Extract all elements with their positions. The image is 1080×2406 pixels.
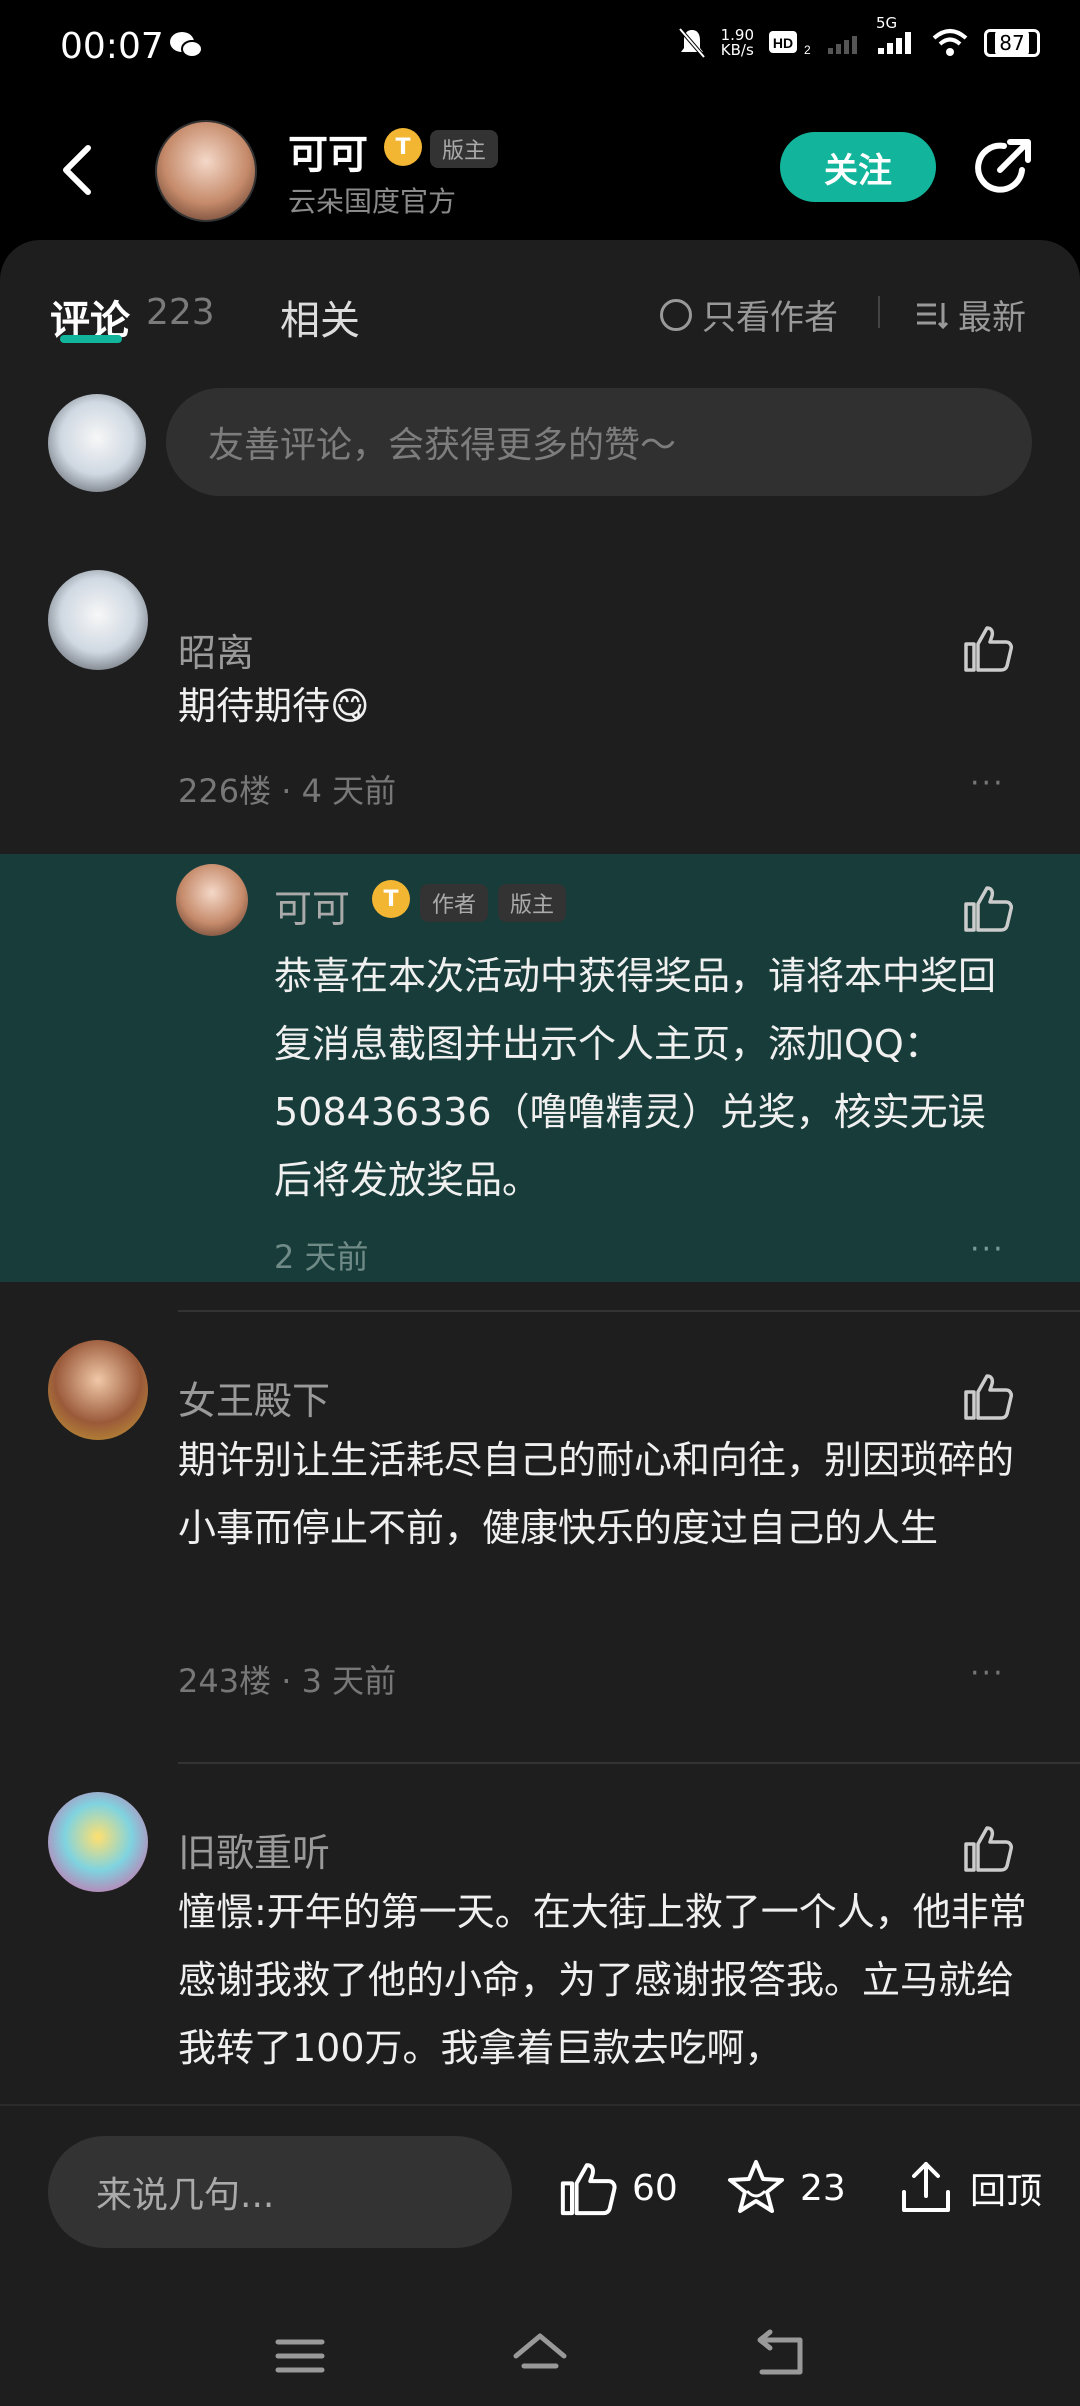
thumbs-up-icon — [560, 2163, 617, 2216]
commenter-avatar[interactable] — [48, 1792, 148, 1892]
back-arrow-icon[interactable] — [50, 140, 110, 200]
back-icon[interactable] — [750, 2326, 810, 2386]
author-avatar[interactable] — [155, 120, 257, 222]
reply-author-name[interactable]: 可可 — [274, 878, 350, 933]
divider — [878, 296, 880, 328]
commenter-name[interactable]: 女王殿下 — [178, 1370, 330, 1425]
favorite-button[interactable]: 23 — [724, 2156, 846, 2220]
author-only-toggle[interactable]: 只看作者 — [660, 290, 838, 339]
back-to-top-button[interactable]: 回顶 — [894, 2156, 1042, 2220]
reply-text: 恭喜在本次活动中获得奖品，请将本中奖回复消息截图并出示个人主页，添加QQ：508… — [274, 954, 997, 1202]
hd-icon: HD 2 — [769, 31, 811, 57]
comment-compose-row: 友善评论，会获得更多的赞～ — [0, 388, 1080, 498]
net-speed: 1.90 KB/s — [720, 26, 754, 59]
status-time: 00:07 — [60, 26, 164, 67]
author-only-label: 只看作者 — [702, 298, 838, 338]
signal-5g: 5G — [876, 16, 916, 60]
more-options-icon[interactable]: ··· — [970, 1656, 1005, 1691]
svg-text:2: 2 — [804, 43, 811, 57]
post-header: 可可 T 版主 云朵国度官方 关注 — [0, 100, 1080, 240]
comment-text: 憧憬:开年的第一天。在大街上救了一个人，他非常感谢我救了他的小命，为了感谢报答我… — [178, 1890, 1027, 2070]
comment-item: 昭离 期待期待😋 226楼 · 4 天前 ··· — [0, 570, 1080, 850]
home-icon[interactable] — [510, 2326, 570, 2386]
like-button[interactable]: 60 — [556, 2156, 678, 2220]
active-tab-indicator — [60, 335, 122, 343]
sort-icon — [917, 302, 949, 329]
comment-tabs: 评论 223 相关 只看作者 最新 — [0, 240, 1080, 370]
comment-item: 旧歌重听 憧憬:开年的第一天。在大街上救了一个人，他非常感谢我救了他的小命，为了… — [0, 1782, 1080, 2104]
like-count: 60 — [632, 2167, 678, 2209]
wifi-icon — [932, 29, 968, 56]
svg-text:HD: HD — [773, 35, 793, 51]
comment-meta: 243楼 · 3 天前 — [178, 1662, 397, 1700]
share-icon[interactable] — [970, 136, 1034, 200]
system-nav-bar — [0, 2316, 1080, 2406]
reply-input[interactable]: 来说几句... — [48, 2136, 512, 2248]
divider — [178, 1762, 1080, 1764]
status-bar: 00:07 1.90 KB/s HD 2 5G 87 — [0, 0, 1080, 100]
author-subtitle: 云朵国度官方 — [288, 185, 457, 218]
divider — [178, 1310, 1080, 1312]
comments-panel: 评论 223 相关 只看作者 最新 友善评论，会获得更多的赞～ 昭离 期待期待😋… — [0, 240, 1080, 2104]
comment-text: 期许别让生活耗尽自己的耐心和向往，别因琐碎的小事而停止不前，健康快乐的度过自己的… — [178, 1438, 1015, 1550]
author-reply: 可可 T 作者 版主 恭喜在本次活动中获得奖品，请将本中奖回复消息截图并出示个人… — [0, 854, 1080, 1282]
comment-text: 期待期待😋 — [178, 684, 370, 728]
moderator-badge: 版主 — [430, 130, 499, 168]
favorite-count: 23 — [800, 2167, 846, 2209]
level-badge-icon: T — [372, 880, 410, 918]
commenter-avatar[interactable] — [48, 1340, 148, 1440]
thumbs-up-icon[interactable] — [960, 1368, 1016, 1424]
comment-input[interactable]: 友善评论，会获得更多的赞～ — [166, 388, 1032, 496]
sort-toggle[interactable]: 最新 — [914, 290, 1026, 339]
status-icons: 1.90 KB/s HD 2 5G 87 — [677, 16, 1040, 60]
more-options-icon[interactable]: ··· — [970, 1232, 1005, 1267]
wechat-icon — [170, 32, 203, 58]
commenter-name[interactable]: 旧歌重听 — [178, 1822, 330, 1877]
thumbs-up-icon[interactable] — [960, 620, 1016, 676]
moderator-badge: 版主 — [498, 884, 567, 922]
menu-icon[interactable] — [270, 2326, 330, 2386]
follow-button[interactable]: 关注 — [780, 132, 936, 202]
comment-meta: 226楼 · 4 天前 — [178, 772, 397, 810]
upload-arrow-icon — [902, 2162, 950, 2212]
back-to-top-label: 回顶 — [970, 2171, 1043, 2212]
yummy-emoji-icon: 😋 — [330, 684, 370, 728]
comments-count: 223 — [146, 292, 215, 333]
signal-weak-icon — [828, 36, 857, 54]
reply-time: 2 天前 — [274, 1238, 369, 1276]
radio-circle-icon — [660, 298, 692, 331]
comment-item: 女王殿下 期许别让生活耗尽自己的耐心和向往，别因琐碎的小事而停止不前，健康快乐的… — [0, 1330, 1080, 1770]
more-options-icon[interactable]: ··· — [970, 766, 1005, 801]
level-badge-icon: T — [384, 128, 422, 166]
thumbs-up-icon[interactable] — [960, 880, 1016, 936]
mute-bell-icon — [678, 27, 706, 59]
author-badge: 作者 — [420, 884, 489, 922]
reply-author-avatar[interactable] — [176, 864, 248, 936]
bottom-action-bar: 来说几句... 60 23 回顶 — [0, 2104, 1080, 2406]
commenter-avatar[interactable] — [48, 570, 148, 670]
author-name[interactable]: 可可 — [288, 122, 368, 180]
tab-related[interactable]: 相关 — [280, 288, 360, 346]
commenter-name[interactable]: 昭离 — [178, 622, 254, 677]
star-icon — [728, 2160, 784, 2213]
battery-icon: 87 — [984, 29, 1040, 57]
thumbs-up-icon[interactable] — [960, 1820, 1016, 1876]
sort-label: 最新 — [958, 298, 1026, 338]
my-avatar — [48, 394, 146, 492]
